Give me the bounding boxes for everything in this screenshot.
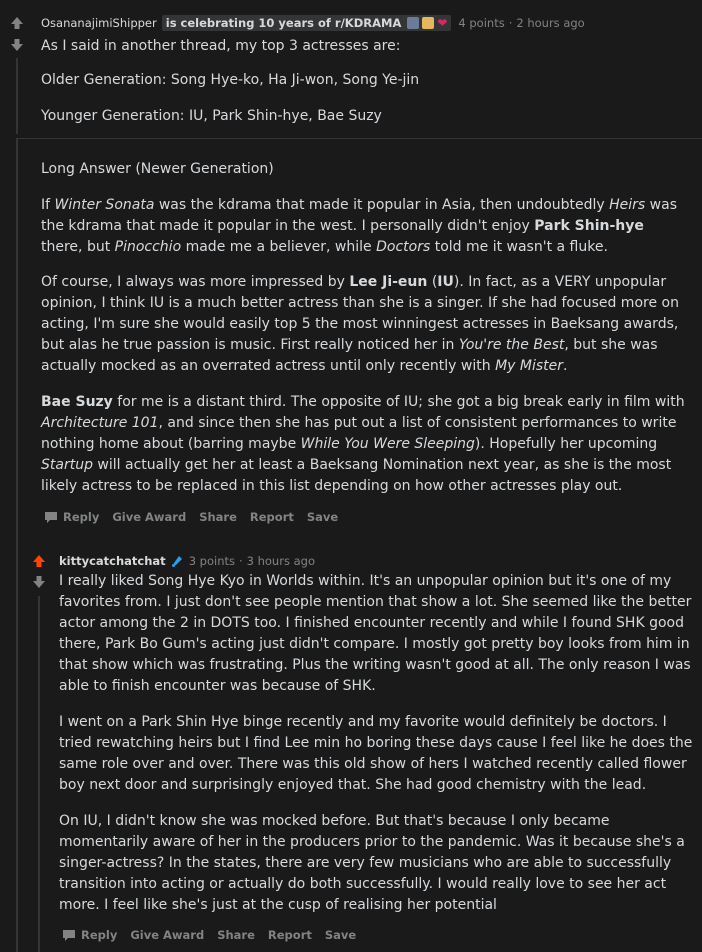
comment-paragraph: As I said in another thread, my top 3 ac… — [41, 38, 401, 54]
report-button[interactable]: Report — [268, 928, 312, 942]
comment-paragraph: Younger Generation: IU, Park Shin-hye, B… — [41, 108, 382, 124]
report-button[interactable]: Report — [250, 510, 294, 524]
user-flair: is celebrating 10 years of r/KDRAMA ❤ — [161, 15, 452, 31]
username[interactable]: OsananajimiShipper — [41, 16, 157, 30]
comment-paragraph: If Winter Sonata was the kdrama that mad… — [41, 197, 678, 255]
comment-paragraph: Of course, I always was more impressed b… — [41, 274, 679, 374]
cake-emoji-icon — [422, 17, 435, 29]
save-button[interactable]: Save — [325, 928, 356, 942]
heart-icon: ❤ — [437, 16, 448, 30]
comment-divider — [16, 138, 702, 139]
separator-dot: · — [238, 554, 243, 568]
downvote-arrow-icon[interactable] — [31, 574, 47, 590]
thread-line[interactable] — [16, 58, 18, 134]
share-button[interactable]: Share — [217, 928, 255, 942]
username[interactable]: kittycatchatchat — [59, 554, 166, 568]
comment-actions: Reply Give Award Share Report Save — [44, 510, 351, 524]
points-count: 3 points — [188, 554, 235, 568]
comment-meta: kittycatchatchat 3 points · 3 hours ago — [59, 554, 315, 568]
avatar-emoji-icon — [407, 17, 420, 29]
reply-button[interactable]: Reply — [62, 928, 117, 942]
timestamp[interactable]: 2 hours ago — [516, 16, 584, 30]
comment-paragraph: I went on a Park Shin Hye binge recently… — [59, 714, 693, 793]
comment-actions: Reply Give Award Share Report Save — [62, 928, 369, 942]
comment-paragraph: On IU, I didn't know she was mocked befo… — [59, 813, 685, 913]
downvote-arrow-icon[interactable] — [9, 37, 25, 53]
comment-paragraph: I really liked Song Hye Kyo in Worlds wi… — [59, 573, 692, 694]
flair-text: is celebrating 10 years of r/KDRAMA — [165, 16, 402, 30]
comment-paragraph: Long Answer (Newer Generation) — [41, 161, 274, 177]
comment-bubble-icon — [63, 929, 75, 941]
thread-line[interactable] — [16, 139, 18, 952]
upvote-arrow-icon[interactable] — [31, 553, 47, 569]
share-button[interactable]: Share — [199, 510, 237, 524]
thread-line[interactable] — [38, 596, 40, 952]
comment-bubble-icon — [45, 511, 57, 523]
comment-paragraph: Bae Suzy for me is a distant third. The … — [41, 394, 685, 494]
give-award-button[interactable]: Give Award — [130, 928, 204, 942]
save-button[interactable]: Save — [307, 510, 338, 524]
timestamp[interactable]: 3 hours ago — [247, 554, 315, 568]
give-award-button[interactable]: Give Award — [112, 510, 186, 524]
separator-dot: · — [508, 16, 513, 30]
points-count: 4 points — [458, 16, 505, 30]
comment-paragraph: Older Generation: Song Hye-ko, Ha Ji-won… — [41, 72, 420, 88]
comment-meta: OsananajimiShipper is celebrating 10 yea… — [41, 15, 585, 31]
award-emoji-icons: ❤ — [407, 17, 447, 29]
reply-button[interactable]: Reply — [44, 510, 99, 524]
blue-flair-icon — [170, 554, 184, 568]
upvote-arrow-icon[interactable] — [9, 15, 25, 31]
